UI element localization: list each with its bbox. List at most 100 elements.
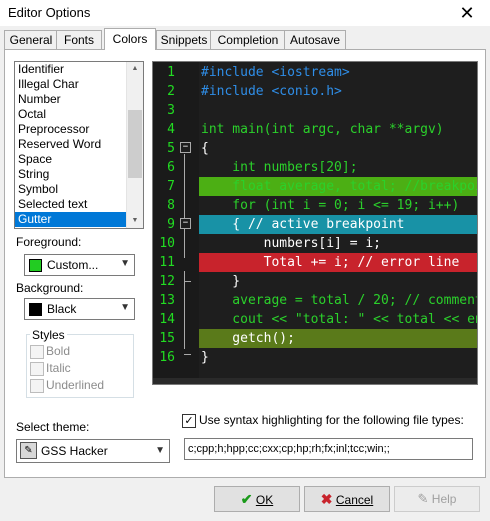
styles-group-label: Styles — [30, 328, 67, 342]
line-number: 7 — [167, 179, 175, 194]
code-text: int numbers[20]; — [201, 160, 358, 175]
code-line: 11 Total += i; // error line — [159, 253, 477, 272]
code-line: 13 average = total / 20; // comment — [153, 291, 477, 310]
line-number: 11 — [159, 255, 175, 270]
theme-value: GSS Hacker — [41, 444, 108, 458]
help-button[interactable]: ✎ Help — [394, 486, 480, 512]
line-number: 9 — [167, 217, 175, 232]
cancel-label: Cancel — [335, 493, 374, 507]
theme-label: Select theme: — [16, 420, 90, 434]
color-element-list[interactable]: Identifier Illegal Char Number Octal Preproc… — [14, 61, 144, 229]
editor-hscrollbar[interactable] — [153, 378, 477, 384]
list-item[interactable]: Selected text — [15, 197, 143, 212]
code-line: 8 for (int i = 0; i <= 19; i++) — [153, 196, 477, 215]
line-number: 12 — [159, 274, 175, 289]
close-icon[interactable]: ✕ — [452, 1, 482, 25]
code-line: 14 cout << "total: " << total << endl; — [153, 310, 477, 329]
list-item[interactable]: Reserved Word — [15, 137, 143, 152]
list-item[interactable]: Symbol — [15, 182, 143, 197]
file-types-input[interactable]: c;cpp;h;hpp;cc;cxx;cp;hp;rh;fx;inl;tcc;w… — [184, 438, 473, 460]
line-number: 5 — [167, 141, 175, 156]
italic-checkbox[interactable] — [30, 362, 44, 376]
code-line: 2 #include <conio.h> — [153, 82, 477, 101]
list-item[interactable]: Illegal Char — [15, 77, 143, 92]
list-item[interactable]: Preprocessor — [15, 122, 143, 137]
code-text: } — [201, 274, 241, 289]
tab-completion[interactable]: Completion — [210, 30, 286, 49]
line-number: 6 — [167, 160, 175, 175]
tab-colors[interactable]: Colors — [104, 28, 156, 50]
code-text: #include <conio.h> — [201, 84, 342, 99]
code-text: } — [201, 350, 209, 365]
line-number: 8 — [167, 198, 175, 213]
code-text: Total += i; // error line — [201, 255, 460, 270]
code-line: 6 int numbers[20]; — [153, 158, 477, 177]
theme-icon: ✎ — [20, 442, 37, 459]
scroll-thumb[interactable] — [128, 110, 142, 178]
list-item[interactable]: String — [15, 167, 143, 182]
chevron-down-icon: ▼ — [120, 258, 130, 269]
scroll-up-icon[interactable]: ▲ — [127, 62, 143, 76]
code-line: 7 float average, total; //breakpoint — [167, 177, 478, 196]
theme-select[interactable]: ✎ GSS Hacker ▼ — [16, 439, 170, 463]
underlined-checkbox[interactable] — [30, 379, 44, 393]
background-value: Black — [47, 302, 77, 316]
line-number: 13 — [159, 293, 175, 308]
syntax-label: Use syntax highlighting for the followin… — [199, 413, 464, 427]
tab-autosave[interactable]: Autosave — [284, 30, 346, 49]
underlined-label: Underlined — [46, 378, 105, 392]
code-text: #include <iostream> — [201, 65, 350, 80]
scroll-down-icon[interactable]: ▼ — [127, 214, 143, 228]
bold-checkbox[interactable] — [30, 345, 44, 359]
window-title: Editor Options — [8, 5, 91, 20]
background-swatch — [29, 303, 42, 316]
code-text: int main(int argc, char **argv) — [201, 122, 444, 137]
code-text: float average, total; //breakpoint — [201, 179, 478, 194]
background-label: Background: — [16, 281, 84, 295]
code-line: 4 int main(int argc, char **argv) — [153, 120, 477, 139]
line-number: 3 — [167, 103, 175, 118]
title-bar: Editor Options ✕ — [0, 0, 490, 26]
ok-label: OK — [255, 493, 274, 507]
foreground-value: Custom... — [47, 258, 99, 272]
foreground-select[interactable]: Custom... ▼ — [24, 254, 135, 276]
code-preview[interactable]: 1 #include <iostream> 2 #include <conio.h> 3… — [152, 61, 478, 385]
list-item[interactable]: Identifier — [15, 62, 143, 77]
tab-general[interactable]: General — [4, 30, 58, 49]
line-number: 16 — [159, 350, 175, 365]
bold-label: Bold — [46, 344, 71, 358]
list-items: Identifier Illegal Char Number Octal Preproc… — [15, 62, 143, 227]
help-label: Help — [431, 492, 457, 506]
code-line: 10 numbers[i] = i; — [153, 234, 477, 253]
list-item[interactable]: Number — [15, 92, 143, 107]
code-text: cout << "total: " << total << endl; — [201, 312, 478, 327]
line-number: 2 — [167, 84, 175, 99]
code-line: 16} — [153, 348, 477, 367]
fold-toggle-icon[interactable]: − — [180, 142, 191, 153]
fold-toggle-icon[interactable]: − — [180, 218, 191, 229]
code-line: 15 getch(); — [159, 329, 477, 348]
code-text: { — [201, 141, 209, 156]
foreground-swatch — [29, 259, 42, 272]
tab-fonts[interactable]: Fonts — [56, 30, 102, 49]
tab-snippets[interactable]: Snippets — [156, 30, 212, 49]
code-text: average = total / 20; // comment — [201, 293, 478, 308]
cancel-button[interactable]: ✖ Cancel — [304, 486, 390, 512]
ok-button[interactable]: ✔ OK — [214, 486, 300, 512]
background-select[interactable]: Black ▼ — [24, 298, 135, 320]
list-item[interactable]: Gutter — [15, 212, 143, 227]
chevron-down-icon: ▼ — [155, 445, 165, 456]
code-line: 1 #include <iostream> — [153, 63, 477, 82]
check-icon: ✔ — [240, 491, 253, 507]
code-text: { // active breakpoint — [201, 217, 405, 232]
list-item[interactable]: Octal — [15, 107, 143, 122]
cross-icon: ✖ — [320, 491, 333, 507]
line-number: 1 — [167, 65, 175, 80]
list-scrollbar[interactable]: ▲ ▼ — [126, 62, 143, 228]
code-line: 3 — [153, 101, 477, 120]
syntax-checkbox[interactable]: ✓ — [182, 414, 196, 428]
line-number: 15 — [159, 331, 175, 346]
line-number: 10 — [159, 236, 175, 251]
list-item[interactable]: Space — [15, 152, 143, 167]
code-line: 12 } — [153, 272, 477, 291]
